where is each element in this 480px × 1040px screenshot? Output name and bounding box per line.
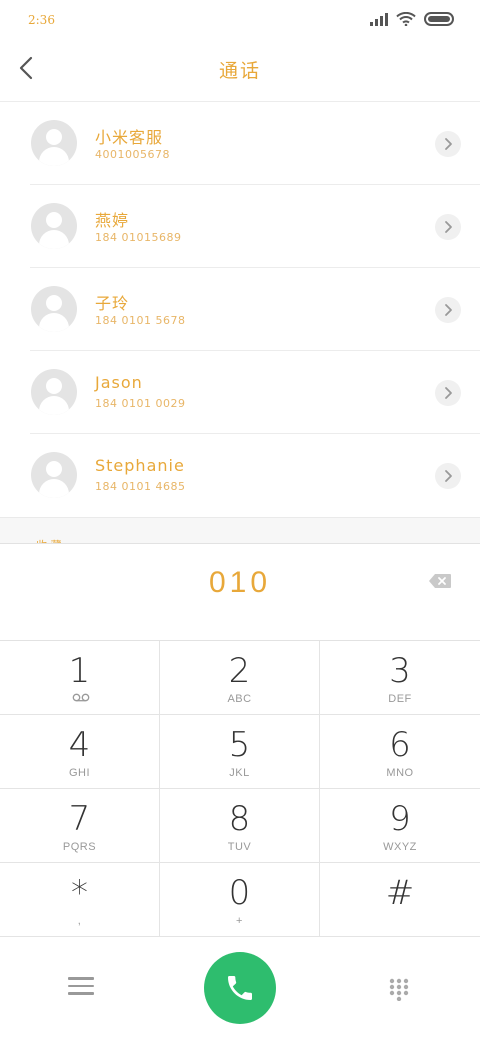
- key-digit: 8: [228, 799, 251, 839]
- contact-number: 184 0101 5678: [95, 314, 186, 327]
- contact-name: 小米客服: [95, 128, 164, 147]
- chevron-right-icon: [445, 304, 452, 316]
- chevron-right-icon: [445, 470, 452, 482]
- key-1[interactable]: 1: [0, 641, 160, 715]
- avatar: [31, 369, 77, 415]
- key-digit: #: [385, 873, 415, 913]
- chevron-right-icon: [445, 221, 452, 233]
- contact-row[interactable]: 燕婷 184 01015689: [0, 185, 480, 268]
- key-letters: DEF: [388, 693, 412, 705]
- contact-row[interactable]: 小米客服 4001005678: [0, 102, 480, 185]
- key-letters: +: [236, 915, 243, 927]
- header: 通话: [0, 40, 480, 102]
- backspace-icon[interactable]: [428, 573, 452, 589]
- avatar: [31, 120, 77, 166]
- contact-row[interactable]: Jason 184 0101 0029: [0, 351, 480, 434]
- wifi-icon: [396, 12, 416, 26]
- key-letters: PQRS: [62, 841, 97, 853]
- phone-icon: [228, 976, 252, 1000]
- contact-detail-button[interactable]: [435, 380, 461, 406]
- key-digit: 1: [68, 651, 91, 691]
- avatar: [31, 452, 77, 498]
- key-letters: MNO: [386, 767, 414, 779]
- key-digit: 0: [228, 873, 251, 913]
- favorites-section-peek: 收 藏: [0, 517, 480, 543]
- key-letters: WXYZ: [383, 841, 417, 853]
- avatar: [31, 203, 77, 249]
- key-2[interactable]: 2 ABC: [160, 641, 320, 715]
- status-icons: [370, 12, 454, 26]
- key-letters: JKL: [229, 767, 250, 779]
- key-3[interactable]: 3 DEF: [320, 641, 480, 715]
- contact-detail-button[interactable]: [435, 131, 461, 157]
- key-digit: 7: [68, 799, 91, 839]
- key-digit: 6: [389, 725, 411, 765]
- contact-number: 184 0101 4685: [95, 480, 186, 493]
- contact-number: 184 0101 0029: [95, 397, 186, 410]
- key-hash[interactable]: #: [320, 863, 480, 937]
- key-digit: 5: [228, 725, 251, 765]
- key-star[interactable]: * ,: [0, 863, 160, 937]
- key-7[interactable]: 7 PQRS: [0, 789, 160, 863]
- key-digit: *: [71, 873, 88, 913]
- page-title: 通话: [218, 60, 261, 82]
- key-letters: TUV: [227, 841, 252, 853]
- contact-name: Jason: [95, 373, 143, 392]
- contact-list: 小米客服 4001005678 燕婷 184 01015689 子玲 184 0…: [0, 102, 480, 517]
- key-digit: 2: [228, 651, 251, 691]
- call-button[interactable]: [204, 952, 276, 1024]
- avatar: [31, 286, 77, 332]
- contact-name: 燕婷: [95, 211, 130, 230]
- status-bar: 2:36: [0, 0, 480, 40]
- key-letters: GHI: [68, 767, 91, 779]
- key-digit: 3: [389, 651, 411, 691]
- key-8[interactable]: 8 TUV: [160, 789, 320, 863]
- key-letters: ,: [77, 915, 82, 927]
- chevron-right-icon: [445, 138, 452, 150]
- contact-row[interactable]: 子玲 184 0101 5678: [0, 268, 480, 351]
- key-digit: 9: [389, 799, 411, 839]
- chevron-right-icon: [445, 387, 452, 399]
- contact-number: 4001005678: [95, 148, 170, 161]
- contact-detail-button[interactable]: [435, 297, 461, 323]
- battery-icon: [424, 12, 454, 26]
- dialpad-icon[interactable]: [388, 977, 410, 1001]
- key-9[interactable]: 9 WXYZ: [320, 789, 480, 863]
- contact-detail-button[interactable]: [435, 463, 461, 489]
- dialed-number[interactable]: 010: [0, 566, 480, 600]
- key-5[interactable]: 5 JKL: [160, 715, 320, 789]
- contact-name: 子玲: [95, 294, 130, 313]
- contact-row[interactable]: Stephanie 184 0101 4685: [0, 434, 480, 517]
- key-letters: ABC: [227, 693, 252, 705]
- dial-input-area: 010: [0, 543, 480, 641]
- contact-detail-button[interactable]: [435, 214, 461, 240]
- contact-number: 184 01015689: [95, 231, 182, 244]
- voicemail-icon: [72, 693, 90, 702]
- key-4[interactable]: 4 GHI: [0, 715, 160, 789]
- bottom-bar: [0, 937, 480, 1040]
- dialpad: 1 2 ABC 3 DEF 4 GHI 5 JKL 6 MNO 7 PQRS 8…: [0, 641, 480, 937]
- menu-icon[interactable]: [68, 977, 94, 997]
- status-time: 2:36: [28, 13, 55, 27]
- key-digit: 4: [68, 725, 91, 765]
- contact-name: Stephanie: [95, 456, 185, 475]
- key-6[interactable]: 6 MNO: [320, 715, 480, 789]
- key-0[interactable]: 0 +: [160, 863, 320, 937]
- signal-icon: [370, 12, 388, 26]
